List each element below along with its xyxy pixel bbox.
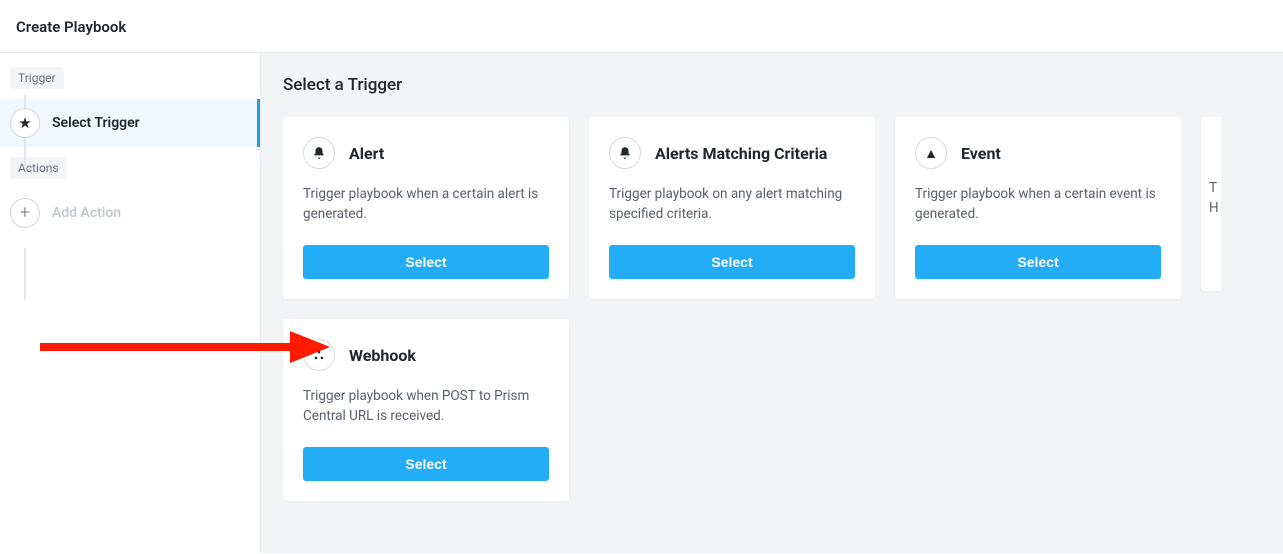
card-description: Trigger playbook when a certain event is…	[915, 185, 1161, 225]
page-title: Create Playbook	[16, 18, 126, 36]
plus-icon: +	[10, 198, 40, 228]
card-description: Trigger playbook on any alert matching s…	[609, 185, 855, 225]
step-label: Select Trigger	[52, 115, 140, 131]
main-title: Select a Trigger	[283, 75, 1283, 95]
trigger-card-alert: Alert Trigger playbook when a certain al…	[283, 117, 569, 299]
trigger-cards: Alert Trigger playbook when a certain al…	[283, 117, 1283, 501]
card-description: Trigger playbook when POST to Prism Cent…	[303, 387, 549, 427]
select-button[interactable]: Select	[609, 245, 855, 279]
card-title: Alert	[349, 144, 384, 163]
page-header: Create Playbook	[0, 0, 1283, 53]
bell-icon	[303, 137, 335, 169]
main-panel: Select a Trigger Alert Trigger playbook …	[261, 53, 1283, 553]
card-title: Webhook	[349, 346, 416, 365]
card-title: Alerts Matching Criteria	[655, 144, 827, 163]
webhook-icon	[303, 339, 335, 371]
trigger-card-event: ▲ Event Trigger playbook when a certain …	[895, 117, 1181, 299]
select-button[interactable]: Select	[915, 245, 1161, 279]
sidebar-section-actions-label: Actions	[10, 157, 67, 179]
trigger-card-partial: T H	[1201, 117, 1221, 291]
trigger-card-alerts-matching: Alerts Matching Criteria Trigger playboo…	[589, 117, 875, 299]
connector-line	[24, 248, 26, 300]
select-button[interactable]: Select	[303, 245, 549, 279]
triangle-icon: ▲	[915, 137, 947, 169]
peek-text: H	[1209, 199, 1221, 219]
layout: Trigger ★ Select Trigger Actions + Add A…	[0, 53, 1283, 553]
select-button[interactable]: Select	[303, 447, 549, 481]
step-label: Add Action	[52, 205, 121, 221]
step-add-action[interactable]: + Add Action	[0, 189, 260, 237]
trigger-card-webhook: Webhook Trigger playbook when POST to Pr…	[283, 319, 569, 501]
step-select-trigger[interactable]: ★ Select Trigger	[0, 99, 260, 147]
star-icon: ★	[10, 108, 40, 138]
card-description: Trigger playbook when a certain alert is…	[303, 185, 549, 225]
sidebar: Trigger ★ Select Trigger Actions + Add A…	[0, 53, 261, 553]
bell-icon	[609, 137, 641, 169]
sidebar-section-trigger-label: Trigger	[10, 67, 64, 89]
peek-text: T	[1209, 179, 1221, 199]
card-title: Event	[961, 144, 1001, 163]
